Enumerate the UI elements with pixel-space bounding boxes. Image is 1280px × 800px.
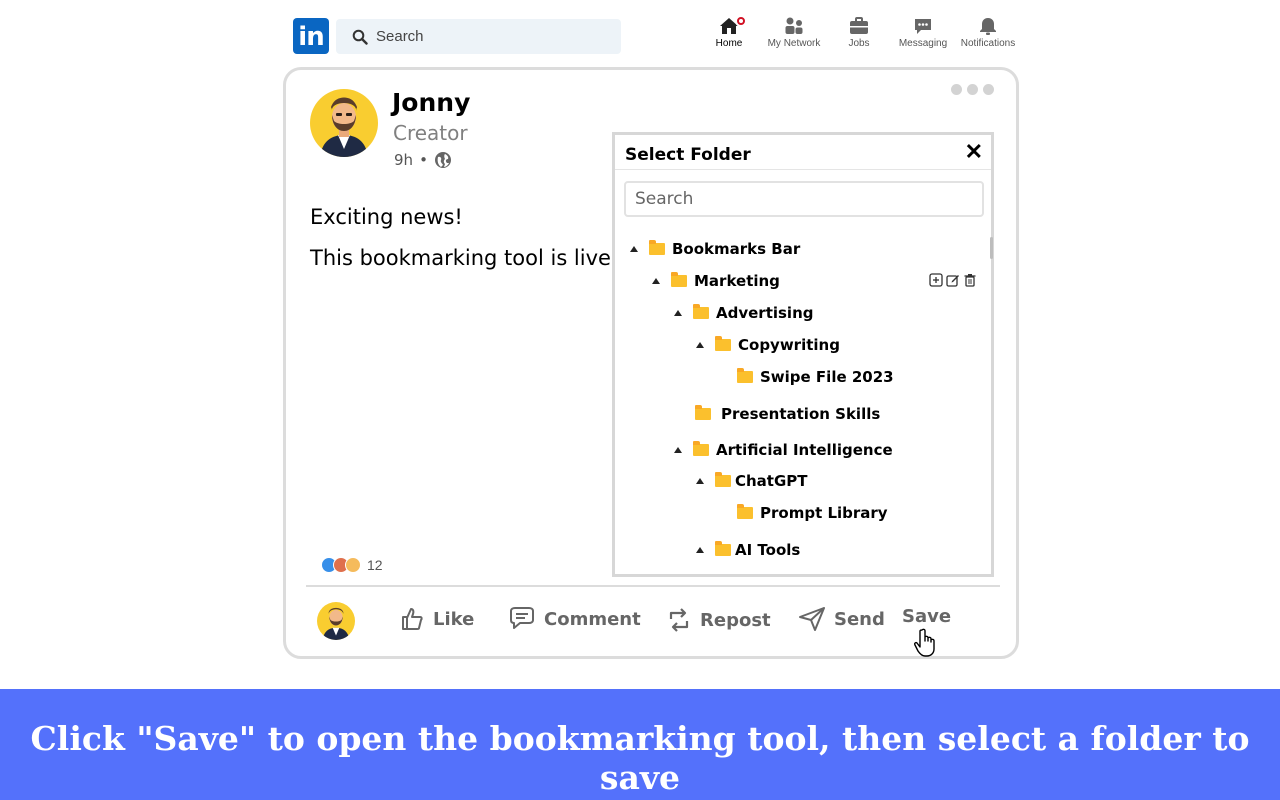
save-label: Save	[902, 606, 952, 627]
close-icon[interactable]: ✕	[965, 141, 983, 163]
comment-label: Comment	[544, 608, 641, 630]
add-folder-icon[interactable]	[929, 273, 943, 287]
expand-toggle-icon[interactable]	[674, 447, 682, 453]
notification-badge	[735, 15, 747, 27]
more-options-icon[interactable]	[951, 84, 994, 95]
nav-my-network-label: My Network	[767, 38, 821, 49]
like-label: Like	[433, 608, 475, 630]
viewer-avatar[interactable]	[317, 602, 355, 640]
folder-row-prompt-library[interactable]: Prompt Library	[737, 503, 888, 523]
repost-icon	[669, 608, 689, 632]
folder-row-chatgpt[interactable]: ChatGPT	[696, 471, 808, 491]
folder-label: Artificial Intelligence	[716, 441, 893, 459]
global-search[interactable]: Search	[336, 19, 621, 54]
folder-icon	[693, 441, 709, 456]
globe-icon	[434, 152, 451, 168]
meta-separator: •	[419, 151, 428, 169]
nav-jobs-label: Jobs	[848, 38, 870, 49]
insightful-reaction-icon	[345, 557, 361, 573]
folder-row-artificial-intelligence[interactable]: Artificial Intelligence	[674, 440, 893, 460]
folder-label: ChatGPT	[735, 472, 808, 490]
folder-icon	[737, 504, 753, 519]
folder-row-swipe-file-2023[interactable]: Swipe File 2023	[737, 367, 894, 387]
network-icon	[785, 17, 803, 34]
trash-icon[interactable]	[963, 273, 977, 287]
expand-toggle-icon[interactable]	[696, 478, 704, 484]
save-button[interactable]: Save	[902, 606, 951, 627]
send-button[interactable]: Send	[798, 606, 885, 632]
nav-notifications[interactable]: Notifications	[953, 16, 1023, 49]
folder-row-ai-tools[interactable]: AI Tools	[696, 540, 800, 560]
folder-label: Marketing	[694, 272, 780, 290]
instruction-text: Click "Save" to open the bookmarking too…	[30, 719, 1250, 797]
folder-label: Prompt Library	[760, 504, 888, 522]
nav-notifications-label: Notifications	[960, 38, 1016, 49]
folder-icon	[715, 336, 731, 351]
nav-my-network[interactable]: My Network	[759, 16, 829, 49]
send-label: Send	[834, 608, 885, 630]
nav-messaging-label: Messaging	[898, 38, 948, 49]
folder-label: Advertising	[716, 304, 814, 322]
post-text-line-1: Exciting news!	[310, 205, 463, 229]
like-button[interactable]: Like	[399, 606, 474, 632]
select-folder-panel: Select Folder ✕ Bookmarks Bar Marketing …	[612, 132, 994, 577]
expand-toggle-icon[interactable]	[630, 246, 638, 252]
post-meta: 9h •	[394, 151, 452, 169]
folder-icon	[715, 541, 731, 556]
nav-messaging[interactable]: Messaging	[888, 16, 958, 49]
author-role: Creator	[393, 121, 468, 145]
global-search-placeholder: Search	[376, 28, 424, 45]
expand-toggle-icon[interactable]	[674, 310, 682, 316]
search-icon	[352, 29, 368, 45]
folder-row-advertising[interactable]: Advertising	[674, 303, 814, 323]
action-divider	[306, 585, 1000, 587]
folder-row-actions	[929, 273, 977, 287]
edit-icon[interactable]	[946, 273, 960, 287]
folder-label: Swipe File 2023	[760, 368, 894, 386]
folder-label: Presentation Skills	[721, 405, 881, 423]
folder-row-marketing[interactable]: Marketing	[652, 271, 780, 291]
instruction-banner: Click "Save" to open the bookmarking too…	[0, 689, 1280, 800]
folder-row-bookmarks-bar[interactable]: Bookmarks Bar	[630, 239, 800, 259]
nav-home[interactable]: Home	[694, 15, 764, 49]
folder-icon	[671, 272, 687, 287]
folder-icon	[695, 405, 711, 420]
folder-label: Bookmarks Bar	[672, 240, 801, 258]
author-avatar[interactable]	[310, 89, 378, 157]
post-time: 9h	[394, 151, 414, 169]
chat-icon	[915, 19, 931, 34]
bell-icon	[980, 18, 996, 35]
expand-toggle-icon[interactable]	[696, 342, 704, 348]
panel-scrollbar[interactable]	[990, 237, 993, 259]
folder-label: AI Tools	[735, 541, 801, 559]
folder-label: Copywriting	[738, 336, 840, 354]
panel-separator	[615, 169, 991, 170]
folder-icon	[649, 240, 665, 255]
folder-icon	[715, 472, 731, 487]
hand-cursor-icon	[914, 628, 935, 657]
author-name[interactable]: Jonny	[392, 88, 470, 117]
expand-toggle-icon[interactable]	[696, 547, 704, 553]
post-text-line-2: This bookmarking tool is live.	[310, 246, 618, 270]
nav-home-label: Home	[715, 38, 743, 49]
folder-icon	[737, 368, 753, 383]
folder-search-input[interactable]	[624, 181, 984, 217]
repost-label: Repost	[700, 609, 771, 631]
send-icon	[799, 607, 825, 631]
reactions-summary[interactable]: 12	[321, 557, 383, 573]
expand-toggle-icon[interactable]	[652, 278, 660, 284]
briefcase-icon	[850, 17, 868, 34]
panel-title: Select Folder	[625, 145, 751, 165]
comment-icon	[510, 607, 534, 629]
linkedin-logo[interactable]: in	[293, 18, 329, 54]
reaction-count: 12	[367, 557, 383, 573]
thumbs-up-icon	[402, 608, 423, 630]
folder-icon	[693, 304, 709, 319]
nav-jobs[interactable]: Jobs	[824, 16, 894, 49]
repost-button[interactable]: Repost	[666, 606, 771, 634]
folder-row-copywriting[interactable]: Copywriting	[696, 335, 840, 355]
folder-row-presentation-skills[interactable]: Presentation Skills	[695, 404, 880, 424]
comment-button[interactable]: Comment	[508, 606, 641, 632]
